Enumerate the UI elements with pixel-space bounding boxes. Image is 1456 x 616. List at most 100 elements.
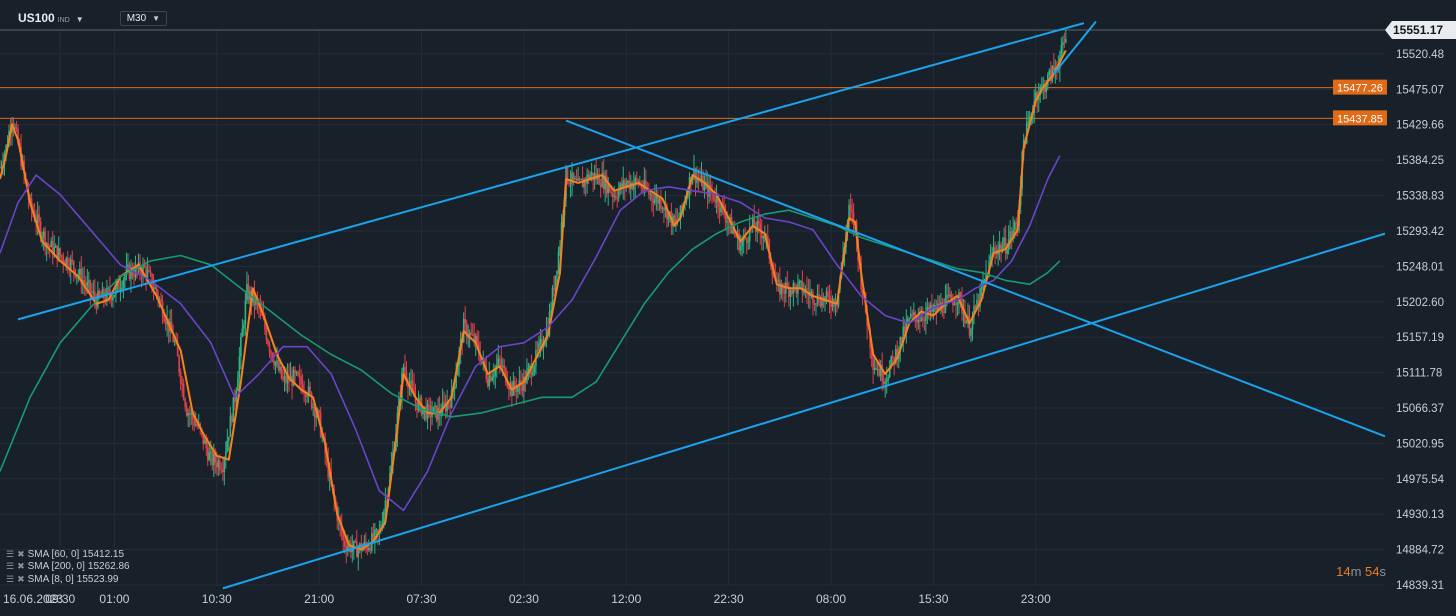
candle-body [50,240,52,248]
candle-body [1006,250,1008,254]
candle-body [155,287,158,293]
candle-body [309,386,311,393]
candle-body [279,366,281,371]
candle-body [226,440,229,452]
candle-body [786,282,789,287]
candle-body [265,329,268,341]
close-icon[interactable]: ✖ [17,574,25,585]
candle-body [154,287,156,289]
menu-icon[interactable]: ☰ [6,561,14,572]
menu-icon[interactable]: ☰ [6,549,14,560]
candle-body [127,264,129,266]
close-icon[interactable]: ✖ [17,549,25,560]
candle-body [193,419,196,426]
candle-body [47,243,49,247]
candle-body [917,320,920,323]
candle-body [741,241,743,246]
candle-body [282,378,284,380]
candle-body [411,380,414,388]
candle-body [782,283,784,292]
candle-body [1048,70,1051,75]
candle-body [182,383,185,400]
candle-body [146,270,149,278]
candle-body [611,192,614,197]
legend-row-sma8[interactable]: ☰ ✖ SMA [8, 0] 15523.99 [6,573,130,586]
candle-body [149,271,152,274]
candle-body [946,294,948,299]
menu-icon[interactable]: ☰ [6,574,14,585]
candle-body [280,366,283,379]
legend-row-sma200[interactable]: ☰ ✖ SMA [200, 0] 15262.86 [6,561,130,574]
candle-body [489,375,492,381]
timer-minutes: 14 [1336,564,1351,579]
legend-label: SMA [8, 0] [27,573,74,585]
chart-toolbar: US100 IND ▼ M30 ▼ [18,9,168,27]
candle-body [72,261,75,270]
candle-body [800,280,802,282]
candle-body [732,230,734,234]
candle-body [795,285,798,294]
candle-body [486,378,489,387]
candle-body [1063,42,1066,44]
timeframe-selector[interactable]: M30 ▼ [119,10,168,26]
legend-row-sma60[interactable]: ☰ ✖ SMA [60, 0] 15412.15 [6,548,130,561]
x-tick-label: 08:00 [816,592,846,606]
candle-body [1009,231,1011,240]
candle-body [306,396,308,398]
candle-body [1010,231,1013,237]
candle-body [965,321,968,324]
candle-body [810,291,813,293]
close-icon[interactable]: ✖ [17,561,25,572]
candle-body [449,403,451,408]
candle-body [500,359,503,367]
candle-body [231,415,233,423]
candle-body [779,279,781,295]
candle-body [533,366,536,373]
candle-body [274,362,277,366]
symbol-selector[interactable]: US100 IND ▼ [18,11,84,25]
candle-body [38,214,40,222]
candle-body [724,214,727,223]
candle-body [626,180,629,184]
candle-body [369,548,372,551]
candle-body [113,294,116,298]
candle-body [885,380,888,382]
candle-body [160,299,162,303]
candle-body [852,212,855,225]
candle-body [1004,237,1007,254]
candle-body [54,245,57,248]
timer-m: m [1350,564,1362,579]
candle-body [190,413,192,415]
indicator-legend: ☰ ✖ SMA [60, 0] 15412.15 ☰ ✖ SMA [200, 0] … [6,548,130,586]
candle-body [276,360,278,363]
candle-body [652,199,655,204]
candle-body [228,436,230,441]
candle-body [285,376,287,384]
trendline [565,119,1386,438]
current-price-label: 15551.17 [1393,23,1443,37]
candle-body [124,275,126,281]
candle-body [718,207,721,213]
candle-body [112,297,114,301]
candle-body [1027,121,1030,123]
price-chart[interactable]: 15551.17 15520.48 15475.07 15429.66 15384.25… [0,0,1456,616]
candle-body [925,313,927,321]
candle-body [476,335,479,343]
candle-body [1045,85,1048,92]
candle-body [660,198,662,209]
candle-body [181,383,183,385]
candle-body [515,387,518,392]
candle-body [60,255,63,257]
y-tick-label: 15020.95 [1396,438,1444,450]
candle-body [887,377,890,381]
candle-body [613,196,616,198]
y-tick-label: 14930.13 [1396,509,1444,521]
candle-body [994,247,996,252]
candle-body [539,339,542,344]
candle-body [577,178,579,181]
candle-body [574,178,576,180]
candle-body [267,340,269,345]
y-tick-label: 15520.48 [1396,49,1444,61]
candle-body [492,375,495,378]
candle-body [270,350,272,354]
